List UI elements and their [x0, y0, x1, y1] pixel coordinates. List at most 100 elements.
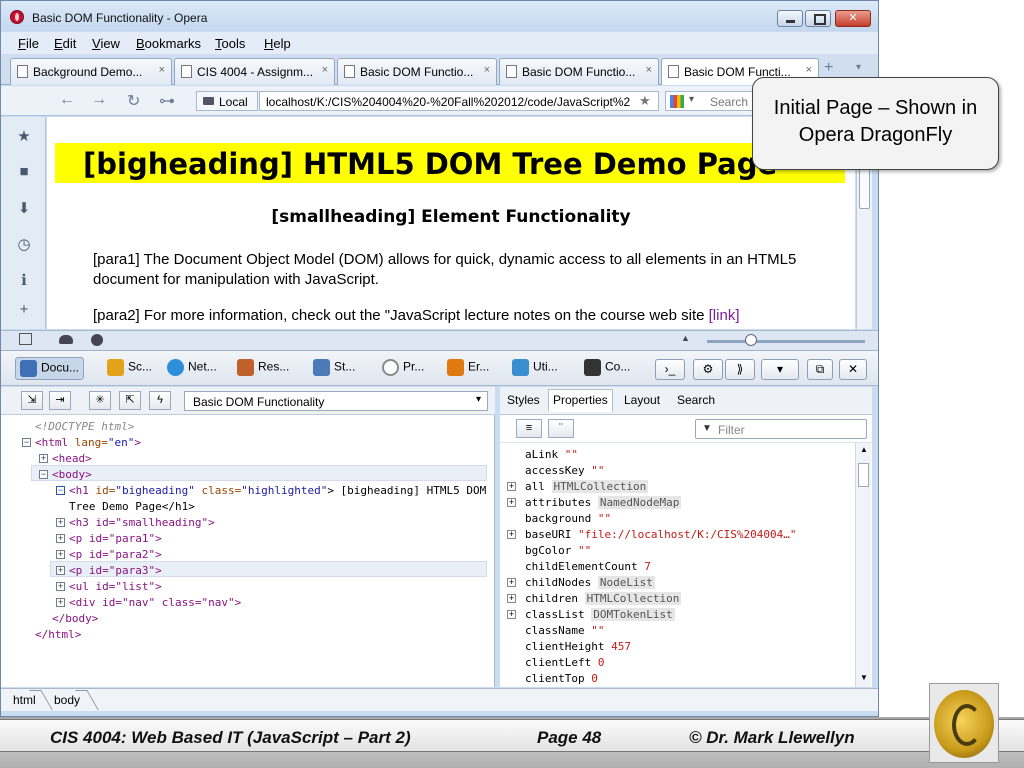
property-row[interactable]: background "": [525, 511, 611, 527]
dragonfly-tab-errors[interactable]: Er...: [447, 359, 489, 376]
speed-dial-icon[interactable]: [91, 334, 103, 346]
opera-logo-icon[interactable]: [10, 10, 24, 24]
search-engine-arrow-icon[interactable]: ▾: [689, 94, 694, 105]
dragonfly-tab-console[interactable]: Co...: [584, 359, 630, 376]
property-row[interactable]: childNodes NodeList: [525, 575, 655, 591]
collapse-icon[interactable]: −: [56, 486, 65, 495]
properties-scrollbar[interactable]: ▲ ▼: [855, 443, 871, 687]
expand-icon[interactable]: +: [56, 582, 65, 591]
maximize-button[interactable]: [805, 10, 831, 27]
expand-icon[interactable]: +: [56, 566, 65, 575]
menu-edit[interactable]: Edit: [54, 36, 76, 51]
dragonfly-tab-profiler[interactable]: Pr...: [382, 359, 424, 376]
tree-html-close[interactable]: </html>: [35, 627, 81, 643]
tab-close-icon[interactable]: ×: [806, 64, 812, 76]
expand-icon[interactable]: +: [507, 482, 516, 491]
tree-head[interactable]: <head>: [52, 451, 92, 467]
close-button[interactable]: ✕: [835, 10, 871, 27]
dragonfly-tab-resources[interactable]: Res...: [237, 359, 289, 376]
forward-icon[interactable]: →: [91, 91, 107, 109]
url-input[interactable]: localhost/K:/CIS%204004%20-%20Fall%20201…: [259, 91, 659, 111]
expand-icon[interactable]: +: [507, 610, 516, 619]
filter-input[interactable]: Filter: [695, 419, 867, 439]
scroll-up-icon[interactable]: ▲: [860, 445, 868, 454]
tree-p2[interactable]: <p id="para2">: [69, 547, 162, 563]
command-line-button[interactable]: ›_: [655, 359, 685, 380]
property-row[interactable]: className "": [525, 623, 604, 639]
dragonfly-tab-documents[interactable]: Docu...: [15, 357, 85, 380]
collapse-icon[interactable]: −: [39, 470, 48, 479]
property-row[interactable]: baseURI "file://localhost/K:/CIS%204004……: [525, 527, 797, 543]
menu-help[interactable]: Help: [264, 36, 291, 51]
scroll-down-icon[interactable]: ▼: [860, 673, 868, 682]
property-row[interactable]: attributes NamedNodeMap: [525, 495, 682, 511]
tree-body[interactable]: <body>: [52, 467, 92, 483]
export-button[interactable]: ⇥: [49, 391, 71, 410]
tree-body-close[interactable]: </body>: [52, 611, 98, 627]
tab-layout[interactable]: Layout: [624, 393, 660, 407]
property-row[interactable]: all HTMLCollection: [525, 479, 649, 495]
dragonfly-tab-scripts[interactable]: Sc...: [107, 359, 152, 376]
tree-h3[interactable]: <h3 id="smallheading">: [69, 515, 215, 531]
tree-h1[interactable]: <h1 id="bigheading" class="highlighted">…: [69, 483, 486, 499]
property-row[interactable]: clientHeight 457: [525, 639, 631, 655]
panel-toggle-icon[interactable]: [19, 333, 32, 345]
tab-close-icon[interactable]: ×: [646, 64, 652, 76]
info-icon[interactable]: ℹ: [15, 271, 33, 289]
live-update-button[interactable]: ϟ: [149, 391, 171, 410]
highlight-button[interactable]: ⇱: [119, 391, 141, 410]
breadcrumb-body[interactable]: body: [54, 693, 80, 707]
page-scrollbar-thumb[interactable]: [859, 169, 870, 209]
select-by-click-button[interactable]: ✳: [89, 391, 111, 410]
history-icon[interactable]: ◷: [15, 235, 33, 253]
reload-icon[interactable]: ↻: [127, 91, 140, 111]
expand-icon[interactable]: +: [507, 578, 516, 587]
local-badge[interactable]: Local: [196, 91, 258, 111]
tree-div[interactable]: <div id="nav" class="nav">: [69, 595, 241, 611]
menu-bookmarks[interactable]: Bookmarks: [136, 36, 201, 51]
tree-p1[interactable]: <p id="para1">: [69, 531, 162, 547]
downloads-icon[interactable]: ⬇: [15, 199, 33, 217]
tab-search[interactable]: Search: [677, 393, 715, 407]
dragonfly-tab-network[interactable]: Net...: [167, 359, 217, 376]
close-dragonfly-button[interactable]: ✕: [839, 359, 867, 380]
tree-h1-text[interactable]: Tree Demo Page</h1>: [69, 499, 195, 515]
tab-background-demo[interactable]: Background Demo... ×: [10, 58, 172, 85]
property-row[interactable]: aLink "": [525, 447, 578, 463]
dragonfly-tab-storage[interactable]: St...: [313, 359, 355, 376]
prototype-toggle-button[interactable]: ¨: [548, 419, 574, 438]
expand-icon[interactable]: +: [56, 598, 65, 607]
tree-p3[interactable]: <p id="para3">: [69, 563, 162, 579]
remote-debug-button[interactable]: ⟫: [725, 359, 755, 380]
notes-icon[interactable]: ■: [15, 163, 33, 181]
zoom-slider[interactable]: [707, 340, 865, 343]
tab-close-icon[interactable]: ×: [484, 64, 490, 76]
expand-all-button[interactable]: ⇲: [21, 391, 43, 410]
menu-file[interactable]: File: [18, 36, 39, 51]
tab-assignment[interactable]: CIS 4004 - Assignm... ×: [174, 58, 335, 85]
expand-icon[interactable]: +: [39, 454, 48, 463]
tree-html[interactable]: <html lang="en">: [35, 435, 141, 451]
expand-icon[interactable]: +: [56, 518, 65, 527]
zoom-slider-handle[interactable]: [745, 334, 757, 346]
menu-tools[interactable]: Tools: [215, 36, 245, 51]
tree-doctype[interactable]: <!DOCTYPE html>: [35, 419, 134, 435]
expand-icon[interactable]: +: [507, 594, 516, 603]
bookmark-star-icon[interactable]: ★: [639, 93, 651, 109]
back-icon[interactable]: ←: [59, 91, 75, 109]
property-row[interactable]: childElementCount 7: [525, 559, 651, 575]
properties-scrollbar-thumb[interactable]: [858, 463, 869, 487]
tab-properties[interactable]: Properties: [548, 389, 613, 412]
bookmarks-star-icon[interactable]: ★: [15, 127, 33, 145]
menu-view[interactable]: View: [92, 36, 120, 51]
collapse-icon[interactable]: −: [22, 438, 31, 447]
dragonfly-tab-utilities[interactable]: Uti...: [512, 359, 558, 376]
key-icon[interactable]: ⊶: [159, 91, 175, 111]
property-row[interactable]: clientLeft 0: [525, 655, 604, 671]
add-panel-icon[interactable]: +: [15, 301, 33, 319]
tab-basic-dom-1[interactable]: Basic DOM Functio... ×: [337, 58, 497, 85]
tab-menu-icon[interactable]: ▾: [856, 62, 861, 73]
expand-icon[interactable]: +: [56, 534, 65, 543]
property-row[interactable]: bgColor "": [525, 543, 591, 559]
expand-icon[interactable]: +: [56, 550, 65, 559]
